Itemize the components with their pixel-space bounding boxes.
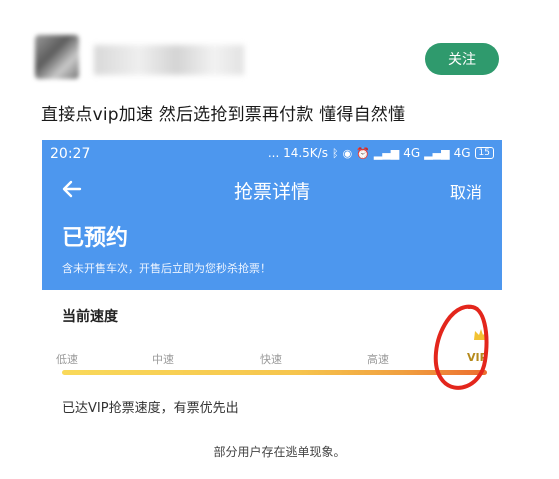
avatar[interactable] <box>35 35 79 79</box>
speed-level-fast: 快速 <box>260 353 282 366</box>
network-type-1: 4G <box>403 146 421 160</box>
speed-card: 当前速度 低速 中速 快速 高速 VIP 已达VIP抢票速度，有票优先出 <box>42 290 502 432</box>
app-screenshot: 20:27 ... 14.5K/s ᛒ ◉ ⏰ ▂▄▆ 4G ▂▄▆ 4G 15… <box>42 140 502 432</box>
status-time: 20:27 <box>50 146 91 162</box>
toggle-icon: ◉ <box>342 146 353 160</box>
post-text: 直接点vip加速 然后选抢到票再付款 懂得自然懂 <box>41 105 406 125</box>
alarm-icon: ⏰ <box>356 146 370 160</box>
speed-level-low: 低速 <box>56 353 78 366</box>
reservation-status: 已预约 <box>62 226 129 251</box>
image-caption: 部分用户存在逃单现象。 <box>213 445 346 459</box>
battery-icon: 15 <box>474 147 494 159</box>
speed-level-vip: VIP <box>467 351 488 364</box>
speed-level-mid: 中速 <box>152 353 174 366</box>
crown-icon <box>474 329 488 340</box>
status-icons: ... 14.5K/s ᛒ ◉ ⏰ ▂▄▆ 4G ▂▄▆ 4G 15 <box>268 146 494 160</box>
follow-button[interactable]: 关注 <box>425 43 499 75</box>
reservation-subtitle: 含未开售车次，开售后立即为您秒杀抢票！ <box>62 262 271 275</box>
username-blurred[interactable] <box>94 45 244 75</box>
page-title: 抢票详情 <box>233 181 310 203</box>
speed-level-high: 高速 <box>367 353 389 366</box>
bluetooth-icon: ᛒ <box>331 146 339 160</box>
post-header: 关注 <box>0 0 559 90</box>
signal-icon: ▂▄▆ <box>373 146 400 160</box>
speed-progress-bar <box>62 370 487 375</box>
nav-bar: 抢票详情 取消 <box>42 170 502 210</box>
speed-status-message: 已达VIP抢票速度，有票优先出 <box>62 401 239 416</box>
cancel-button[interactable]: 取消 <box>450 179 482 203</box>
status-bar: 20:27 ... 14.5K/s ᛒ ◉ ⏰ ▂▄▆ 4G ▂▄▆ 4G 15 <box>42 140 502 166</box>
battery-level: 15 <box>478 148 490 158</box>
speed-title: 当前速度 <box>62 309 118 325</box>
network-type-2: 4G <box>453 146 471 160</box>
signal-icon-2: ▂▄▆ <box>424 146 450 160</box>
network-speed: ... 14.5K/s <box>267 146 328 160</box>
